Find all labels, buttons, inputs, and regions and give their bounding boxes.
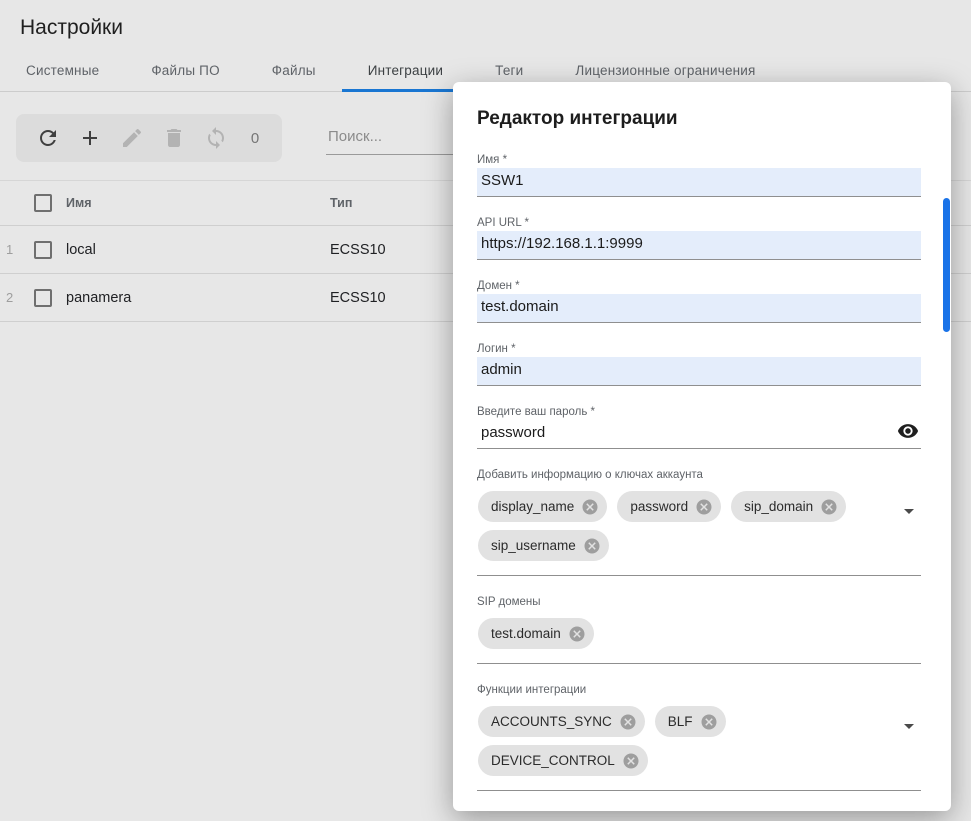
sync-button[interactable]: [204, 126, 228, 150]
domain-input[interactable]: [477, 294, 921, 323]
sip-domains-label: SIP домены: [477, 596, 921, 608]
account-keys-dropdown-button[interactable]: [897, 499, 921, 523]
tab-system[interactable]: Системные: [0, 52, 125, 91]
row-name: panamera: [66, 290, 330, 306]
chip: sip_username: [478, 530, 609, 561]
domain-label: Домен *: [477, 280, 921, 292]
chip: display_name: [478, 491, 607, 522]
chip-remove-button[interactable]: [568, 625, 586, 643]
close-circle-icon: [622, 752, 640, 770]
chip-label: display_name: [491, 499, 574, 514]
password-field-group: Введите ваш пароль *: [477, 406, 921, 449]
chip-label: sip_domain: [744, 499, 813, 514]
name-field-group: Имя *: [477, 154, 921, 197]
row-checkbox[interactable]: [34, 289, 52, 307]
integration-editor-dialog: Редактор интеграции Имя * API URL * Доме…: [453, 82, 951, 811]
column-header-name: Имя: [66, 196, 330, 210]
chip: DEVICE_CONTROL: [478, 745, 648, 776]
account-keys-label: Добавить информацию о ключах аккаунта: [477, 469, 921, 481]
refresh-icon: [36, 138, 60, 153]
chevron-down-icon: [897, 511, 921, 526]
close-circle-icon: [568, 625, 586, 643]
row-number: 1: [0, 242, 34, 257]
toolbar-icon-group: 0: [16, 114, 282, 162]
close-circle-icon: [695, 498, 713, 516]
pencil-icon: [120, 138, 144, 153]
chip: password: [617, 491, 721, 522]
close-circle-icon: [619, 713, 637, 731]
delete-button[interactable]: [162, 126, 186, 150]
plus-icon: [78, 138, 102, 153]
chevron-down-icon: [897, 726, 921, 741]
chip-label: BLF: [668, 714, 693, 729]
domain-field-group: Домен *: [477, 280, 921, 323]
functions-dropdown-button[interactable]: [897, 714, 921, 738]
api-url-input[interactable]: [477, 231, 921, 260]
chip-remove-button[interactable]: [622, 752, 640, 770]
chip: BLF: [655, 706, 726, 737]
chip: test.domain: [478, 618, 594, 649]
eye-icon: [897, 430, 919, 445]
sip-domains-section: SIP домены test.domain: [477, 596, 921, 664]
row-name: local: [66, 242, 330, 258]
row-number: 2: [0, 290, 34, 305]
selection-counter: 0: [248, 130, 262, 147]
password-input[interactable]: [477, 420, 921, 449]
toggle-password-visibility-button[interactable]: [897, 420, 919, 442]
functions-label: Функции интеграции: [477, 684, 921, 696]
account-keys-chips: display_name password sip_domain sip_use…: [477, 489, 921, 576]
row-checkbox[interactable]: [34, 241, 52, 259]
functions-chips: ACCOUNTS_SYNC BLF DEVICE_CONTROL: [477, 704, 921, 791]
password-label: Введите ваш пароль *: [477, 406, 921, 418]
name-input[interactable]: [477, 168, 921, 197]
edit-button[interactable]: [120, 126, 144, 150]
chip-remove-button[interactable]: [619, 713, 637, 731]
name-label: Имя *: [477, 154, 921, 166]
chip-label: ACCOUNTS_SYNC: [491, 714, 612, 729]
chip-label: DEVICE_CONTROL: [491, 753, 615, 768]
chip-remove-button[interactable]: [695, 498, 713, 516]
api-url-label: API URL *: [477, 217, 921, 229]
add-button[interactable]: [78, 126, 102, 150]
refresh-button[interactable]: [36, 126, 60, 150]
close-circle-icon: [700, 713, 718, 731]
sync-icon: [204, 138, 228, 153]
close-circle-icon: [583, 537, 601, 555]
trash-icon: [162, 138, 186, 153]
login-field-group: Логин *: [477, 343, 921, 386]
close-circle-icon: [820, 498, 838, 516]
sip-domains-chips: test.domain: [477, 616, 921, 664]
chip-label: password: [630, 499, 688, 514]
dialog-scrollbar-thumb[interactable]: [943, 198, 950, 332]
login-label: Логин *: [477, 343, 921, 355]
chip-remove-button[interactable]: [581, 498, 599, 516]
login-input[interactable]: [477, 357, 921, 386]
close-circle-icon: [581, 498, 599, 516]
select-all-checkbox[interactable]: [34, 194, 52, 212]
chip-remove-button[interactable]: [700, 713, 718, 731]
tab-software-files[interactable]: Файлы ПО: [125, 52, 245, 91]
chip-label: sip_username: [491, 538, 576, 553]
tab-files[interactable]: Файлы: [246, 52, 342, 91]
chip-remove-button[interactable]: [583, 537, 601, 555]
functions-section: Функции интеграции ACCOUNTS_SYNC BLF DEV…: [477, 684, 921, 791]
chip-label: test.domain: [491, 626, 561, 641]
chip: sip_domain: [731, 491, 846, 522]
chip-remove-button[interactable]: [820, 498, 838, 516]
account-keys-section: Добавить информацию о ключах аккаунта di…: [477, 469, 921, 576]
api-url-field-group: API URL *: [477, 217, 921, 260]
tab-integrations[interactable]: Интеграции: [342, 52, 469, 91]
dialog-title: Редактор интеграции: [477, 108, 921, 130]
page-title: Настройки: [0, 0, 971, 40]
settings-page: Настройки Системные Файлы ПО Файлы Интег…: [0, 0, 971, 821]
chip: ACCOUNTS_SYNC: [478, 706, 645, 737]
